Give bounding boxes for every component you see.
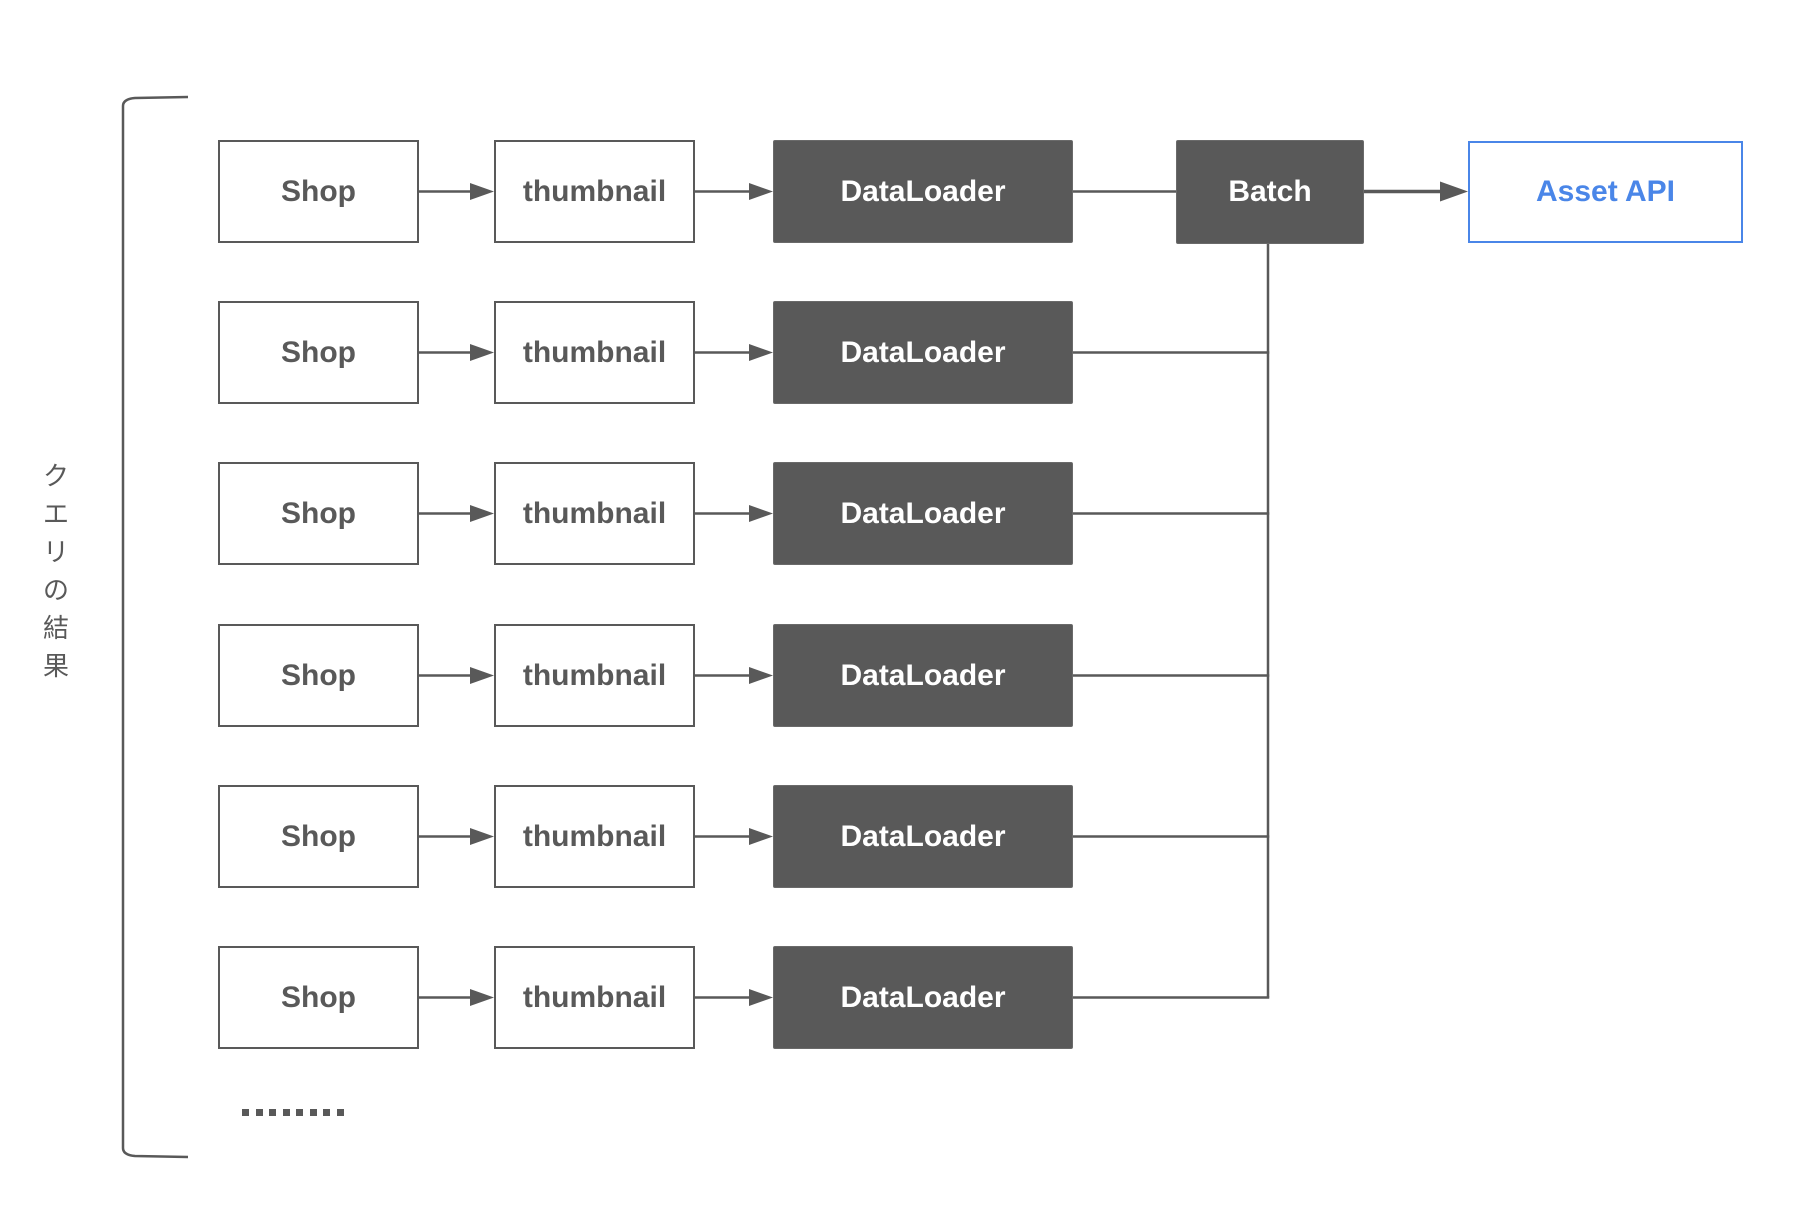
- shop-label: Shop: [281, 174, 356, 208]
- dataloader-label: DataLoader: [840, 496, 1006, 530]
- shop-box: Shop: [218, 785, 419, 888]
- arrowhead-icon: [470, 183, 494, 200]
- arrowhead-icon: [470, 344, 494, 361]
- shop-box: Shop: [218, 301, 419, 404]
- shop-box: Shop: [218, 946, 419, 1049]
- ellipsis-more-rows: [242, 1109, 344, 1116]
- arrowhead-icon: [749, 505, 773, 522]
- dataloader-box: DataLoader: [773, 785, 1073, 888]
- ellipsis-dot: [309, 1109, 317, 1116]
- side-label-char: 果: [42, 652, 69, 682]
- thumbnail-label: thumbnail: [522, 496, 667, 530]
- arrowhead-icon: [749, 989, 773, 1006]
- asset-api-label: Asset API: [1536, 175, 1675, 208]
- shop-label: Shop: [281, 980, 356, 1014]
- thumbnail-label: thumbnail: [522, 658, 667, 692]
- thumbnail-box: thumbnail: [494, 946, 695, 1049]
- arrowhead-icon: [470, 505, 494, 522]
- thumbnail-box: thumbnail: [494, 140, 695, 243]
- side-label-char: 結: [42, 614, 69, 644]
- thumbnail-label: thumbnail: [522, 819, 667, 853]
- arrowhead-icon: [470, 828, 494, 845]
- side-label-char: ク: [42, 462, 69, 492]
- result-bracket: [121, 95, 189, 1159]
- ellipsis-dot: [323, 1109, 330, 1116]
- dataloader-label: DataLoader: [840, 980, 1006, 1014]
- side-label-char: エ: [42, 500, 69, 530]
- dataloader-box: DataLoader: [773, 140, 1073, 243]
- dataloader-label: DataLoader: [840, 819, 1006, 853]
- side-label-char: の: [42, 576, 69, 606]
- thumbnail-box: thumbnail: [494, 624, 695, 727]
- thumbnail-label: thumbnail: [522, 980, 667, 1014]
- ellipsis-dot: [242, 1109, 249, 1116]
- thumbnail-box: thumbnail: [494, 785, 695, 888]
- dataloader-box: DataLoader: [773, 462, 1073, 565]
- arrowhead-icon: [470, 667, 494, 684]
- asset-api-box: Asset API: [1468, 141, 1743, 243]
- dataloader-box: DataLoader: [773, 946, 1073, 1049]
- shop-box: Shop: [218, 140, 419, 243]
- ellipsis-dot: [269, 1109, 276, 1116]
- arrowhead-icon: [749, 344, 773, 361]
- arrowhead-icon: [749, 828, 773, 845]
- thumbnail-label: thumbnail: [522, 335, 667, 369]
- dataloader-label: DataLoader: [840, 335, 1006, 369]
- arrowhead-icon: [470, 989, 494, 1006]
- ellipsis-dot: [336, 1109, 344, 1116]
- batch-label: Batch: [1228, 175, 1312, 208]
- arrowhead-icon: [1440, 181, 1468, 202]
- ellipsis-dot: [282, 1109, 290, 1116]
- shop-label: Shop: [281, 819, 356, 853]
- arrowhead-icon: [749, 667, 773, 684]
- arrowhead-icon: [749, 183, 773, 200]
- dataloader-label: DataLoader: [840, 174, 1006, 208]
- ellipsis-dot: [296, 1109, 303, 1116]
- shop-box: Shop: [218, 462, 419, 565]
- thumbnail-box: thumbnail: [494, 462, 695, 565]
- thumbnail-box: thumbnail: [494, 301, 695, 404]
- query-result-label: クエリの結果: [38, 458, 74, 686]
- dataloader-box: DataLoader: [773, 624, 1073, 727]
- batch-box: Batch: [1176, 140, 1364, 244]
- dataloader-box: DataLoader: [773, 301, 1073, 404]
- shop-label: Shop: [281, 335, 356, 369]
- side-label-char: リ: [42, 538, 69, 568]
- shop-label: Shop: [281, 496, 356, 530]
- shop-label: Shop: [281, 658, 356, 692]
- shop-box: Shop: [218, 624, 419, 727]
- ellipsis-dot: [255, 1109, 263, 1116]
- thumbnail-label: thumbnail: [522, 174, 667, 208]
- dataloader-batch-diagram: クエリの結果 Shop thumbnail DataLoader Shop thumbn…: [0, 0, 1804, 1222]
- dataloader-label: DataLoader: [840, 658, 1006, 692]
